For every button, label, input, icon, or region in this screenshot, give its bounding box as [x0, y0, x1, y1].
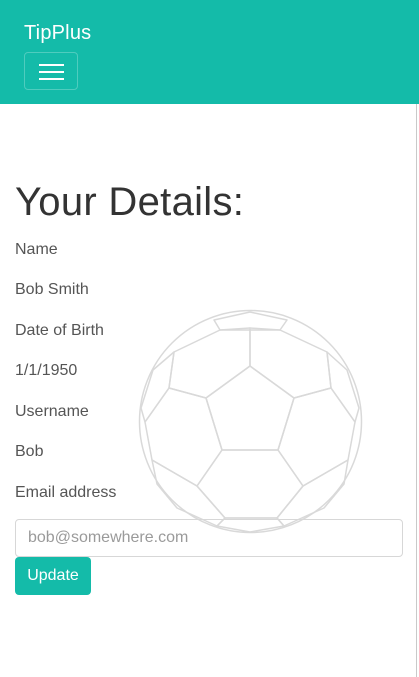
page-edge-divider [416, 104, 417, 677]
username-value: Bob [15, 443, 44, 460]
brand-logo[interactable]: TipPlus [24, 21, 91, 45]
soccer-ball-icon [138, 309, 363, 534]
page-title: Your Details: [15, 180, 245, 224]
update-button[interactable]: Update [15, 557, 91, 595]
navbar: TipPlus [0, 0, 419, 104]
email-field[interactable] [15, 519, 403, 557]
name-label: Name [15, 241, 58, 258]
navbar-toggle-button[interactable] [24, 52, 78, 90]
username-label: Username [15, 403, 89, 420]
date-of-birth-label: Date of Birth [15, 322, 104, 339]
name-value: Bob Smith [15, 281, 89, 298]
date-of-birth-value: 1/1/1950 [15, 362, 78, 379]
email-label: Email address [15, 484, 117, 501]
